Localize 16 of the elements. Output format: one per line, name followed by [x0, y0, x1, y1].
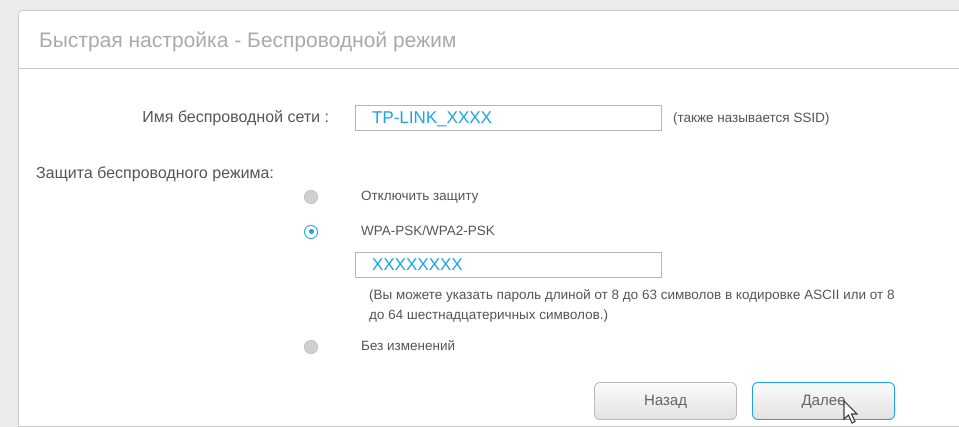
panel-title: Быстрая настройка - Беспроводной режим — [19, 11, 959, 69]
radio-button[interactable] — [304, 340, 318, 354]
cursor-icon — [843, 400, 859, 424]
nav-button[interactable]: Далее — [752, 382, 895, 420]
option-label: Без изменений — [361, 337, 456, 356]
radio-button[interactable] — [304, 190, 318, 204]
ssid-hint: (также называется SSID) — [673, 108, 830, 127]
option-label: Отключить защиту — [361, 187, 478, 206]
radio-button[interactable] — [304, 224, 318, 238]
ssid-field[interactable]: TP-LINK_XXXX — [355, 105, 662, 131]
nav-button[interactable]: Назад — [594, 382, 737, 420]
security-label: Защита беспроводного режима: — [36, 165, 274, 182]
option-label: WPA-PSK/WPA2-PSK — [361, 222, 495, 240]
password-note: (Вы можете указать пароль длиной от 8 до 63 символов в кодировке ASCII или от 8 до 64 шестнадцатеричных символов.) — [369, 286, 896, 324]
ssid-label: Имя беспроводной сети : — [142, 109, 329, 126]
password-field[interactable]: XXXXXXXX — [355, 252, 662, 278]
